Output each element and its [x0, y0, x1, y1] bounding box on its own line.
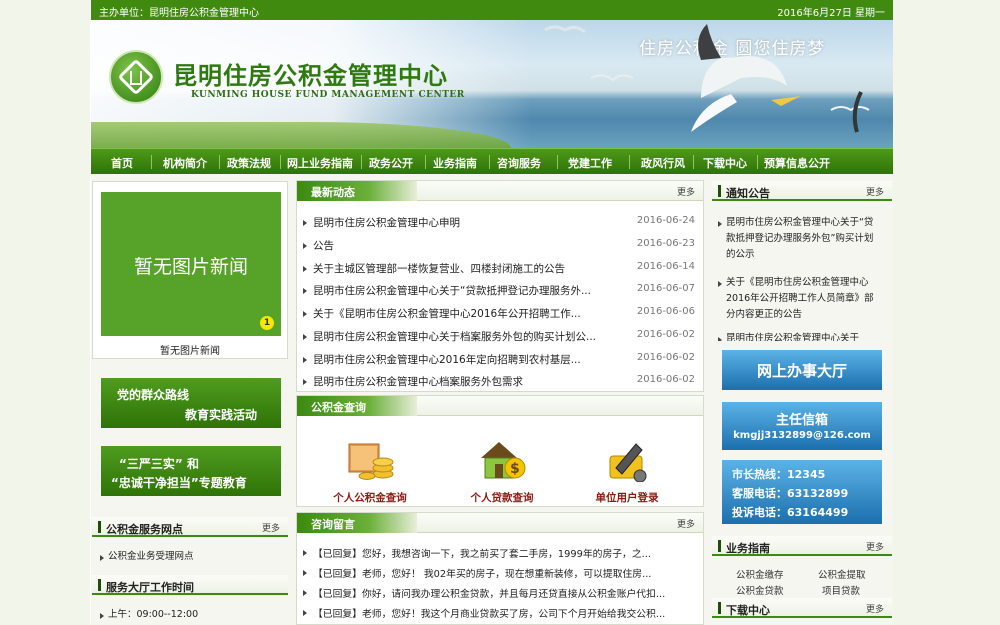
notice-title-bar: 通知公告 更多: [712, 181, 892, 201]
date-text: 2016年6月27日 星期一: [777, 8, 885, 19]
consult-item[interactable]: 【已回复】您好，我想咨询一下，我之前买了套二手房，1999年的房子，之...: [297, 543, 703, 562]
nav-home[interactable]: 首页: [111, 155, 133, 171]
notice-panel: 通知公告 更多 昆明市住房公积金管理中心关于“贷款抵押登记办理服务外包”购买计划…: [712, 181, 892, 341]
download-title-bar: 下载中心 更多: [712, 598, 892, 618]
business-guide-panel: 业务指南 更多 公积金缴存 公积金提取 公积金贷款 项目贷款: [712, 536, 892, 598]
nav-policy[interactable]: 政策法规: [227, 155, 271, 171]
news-item[interactable]: 昆明市住房公积金管理中心2016年定向招聘到农村基层... 2016-06-02: [297, 348, 703, 370]
director-mailbox-button[interactable]: 主任信箱 kmgjj3132899@126.com: [722, 402, 882, 450]
service-points-more-link[interactable]: 更多: [262, 521, 280, 534]
hotline-panel: 市长热线：12345 客服电话：63132899 投诉电话：63164499: [722, 460, 882, 524]
download-panel: 下载中心 更多: [712, 598, 892, 625]
download-more-link[interactable]: 更多: [866, 602, 884, 615]
promo-banner-three-stricts[interactable]: “三严三实” 和 “忠诚干净担当”专题教育: [101, 446, 281, 496]
news-item[interactable]: 关于《昆明市住房公积金管理中心2016年公开招聘工作... 2016-06-06: [297, 302, 703, 324]
service-points-title-bar: 公积金服务网点 更多: [92, 517, 288, 537]
picture-news-image[interactable]: 暂无图片新闻 1: [101, 192, 281, 336]
online-hall-button[interactable]: 网上办事大厅: [722, 350, 882, 390]
site-title: 昆明住房公积金管理中心: [173, 61, 448, 90]
logo-icon[interactable]: [109, 50, 163, 104]
mailbox-title: 主任信箱: [775, 413, 828, 428]
news-item[interactable]: 昆明市住房公积金管理中心档案服务外包需求 2016-06-02: [297, 370, 703, 392]
news-item[interactable]: 关于主城区管理部一楼恢复营业、四楼封闭施工的公告 2016-06-14: [297, 257, 703, 279]
news-item[interactable]: 昆明市住房公积金管理中心申明 2016-06-24: [297, 211, 703, 233]
nav-business-guide[interactable]: 业务指南: [433, 155, 477, 171]
picture-news-badge[interactable]: 1: [260, 316, 274, 330]
nav-party-work[interactable]: 党建工作: [568, 155, 612, 171]
picture-news-caption[interactable]: 暂无图片新闻: [93, 342, 287, 357]
picture-news-placeholder: 暂无图片新闻: [133, 256, 248, 278]
notice-item[interactable]: 关于《昆明市住房公积金管理中心2016年公开招聘工作人员简章》部分内容更正的公告: [718, 275, 882, 323]
fund-query-title: 公积金查询: [297, 396, 417, 416]
service-points-title: 公积金服务网点: [106, 523, 183, 536]
download-title: 下载中心: [726, 604, 770, 617]
nav-consulting[interactable]: 咨询服务: [497, 155, 541, 171]
notice-item[interactable]: 昆明市住房公积金管理中心关于“贷款抵押登记办理服务外包”购买计划的公示: [718, 215, 882, 263]
consultation-title: 咨询留言: [297, 513, 417, 533]
seagull-icon: [544, 24, 870, 133]
latest-news-more-link[interactable]: 更多: [677, 185, 695, 198]
business-guide-title-bar: 业务指南 更多: [712, 536, 892, 556]
consult-item[interactable]: 【已回复】老师，您好！我这个月商业贷款买了房，公司下个月开始给我交公积...: [297, 603, 703, 622]
page: 主办单位：昆明住房公积金管理中心 2016年6月27日 星期一 昆明住房公积金管…: [91, 0, 893, 625]
top-bar: 主办单位：昆明住房公积金管理中心 2016年6月27日 星期一: [91, 0, 893, 20]
nav-budget[interactable]: 预算信息公开: [764, 155, 830, 171]
organizer-text: 主办单位：昆明住房公积金管理中心: [99, 8, 259, 19]
hall-hours-panel: 服务大厅工作时间 上午：09:00--12:00: [92, 575, 288, 625]
latest-news-panel: 最新动态 更多 昆明市住房公积金管理中心申明 2016-06-24 公告 2016-…: [296, 180, 704, 392]
consult-item[interactable]: 【已回复】老师，您好！ 我02年买的房子，现在想重新装修，可以提取住房...: [297, 563, 703, 582]
nav-online-guide[interactable]: 网上业务指南: [287, 155, 353, 171]
nav-gov-affairs[interactable]: 政务公开: [369, 155, 413, 171]
latest-news-title: 最新动态: [297, 181, 417, 201]
promo-banner-mass-line[interactable]: 党的群众路线 教育实践活动: [101, 378, 281, 428]
coins-icon: [348, 443, 394, 480]
nav-download[interactable]: 下载中心: [703, 155, 747, 171]
mayor-hotline: 市长热线：12345: [732, 468, 826, 481]
hall-hours-title: 服务大厅工作时间: [106, 581, 194, 594]
notice-item[interactable]: 昆明市住房公积金管理中心关于2016年...: [718, 331, 882, 341]
mailbox-email: kmgjj3132899@126.com: [733, 430, 871, 441]
notice-title: 通知公告: [726, 187, 770, 200]
fund-query-panel: 公积金查询 个人公积金查询 $ 个人贷款查询 单位用户登录: [296, 395, 704, 507]
site-subtitle: KUNMING HOUSE FUND MANAGEMENT CENTER: [191, 90, 465, 100]
news-item[interactable]: 公告 2016-06-23: [297, 234, 703, 256]
list-item[interactable]: 公积金业务受理网点: [100, 549, 264, 565]
news-item[interactable]: 昆明市住房公积金管理中心关于“贷款抵押登记办理服务外... 2016-06-07: [297, 279, 703, 301]
pen-tool-icon: [609, 443, 647, 482]
consultation-more-link[interactable]: 更多: [677, 517, 695, 530]
complaint-phone: 投诉电话：63164499: [732, 506, 849, 519]
svg-text:$: $: [510, 461, 520, 477]
news-item[interactable]: 昆明市住房公积金管理中心关于档案服务外包的购买计划公... 2016-06-02: [297, 325, 703, 347]
guide-project-loan-link[interactable]: 项目贷款: [822, 583, 860, 597]
consultation-panel: 咨询留言 更多 【已回复】您好，我想咨询一下，我之前买了套二手房，1999年的房…: [296, 512, 704, 625]
header-banner: 昆明住房公积金管理中心 KUNMING HOUSE FUND MANAGEMEN…: [91, 20, 893, 148]
business-guide-more-link[interactable]: 更多: [866, 540, 884, 553]
consult-item[interactable]: 【已回复】你好，请问我办理公积金贷款，并且每月还贷直接从公积金账户代扣...: [297, 583, 703, 602]
list-item: 上午：09:00--12:00: [100, 607, 264, 623]
guide-loan-link[interactable]: 公积金贷款: [736, 583, 784, 597]
main-nav: 首页 机构简介 政策法规 网上业务指南 政务公开 业务指南 咨询服务 党建工作 …: [91, 148, 893, 174]
service-points-panel: 公积金服务网点 更多 公积金业务受理网点: [92, 517, 288, 575]
hall-hours-title-bar: 服务大厅工作时间: [92, 575, 288, 595]
nav-conduct[interactable]: 政风行风: [641, 155, 685, 171]
picture-news-panel: 暂无图片新闻 1 暂无图片新闻: [92, 181, 288, 359]
nav-about[interactable]: 机构简介: [163, 155, 207, 171]
house-dollar-icon: $: [481, 442, 526, 479]
guide-withdraw-link[interactable]: 公积金提取: [818, 567, 866, 581]
guide-deposit-link[interactable]: 公积金缴存: [736, 567, 784, 581]
business-guide-title: 业务指南: [726, 542, 770, 555]
service-phone: 客服电话：63132899: [732, 487, 849, 500]
notice-more-link[interactable]: 更多: [866, 185, 884, 198]
